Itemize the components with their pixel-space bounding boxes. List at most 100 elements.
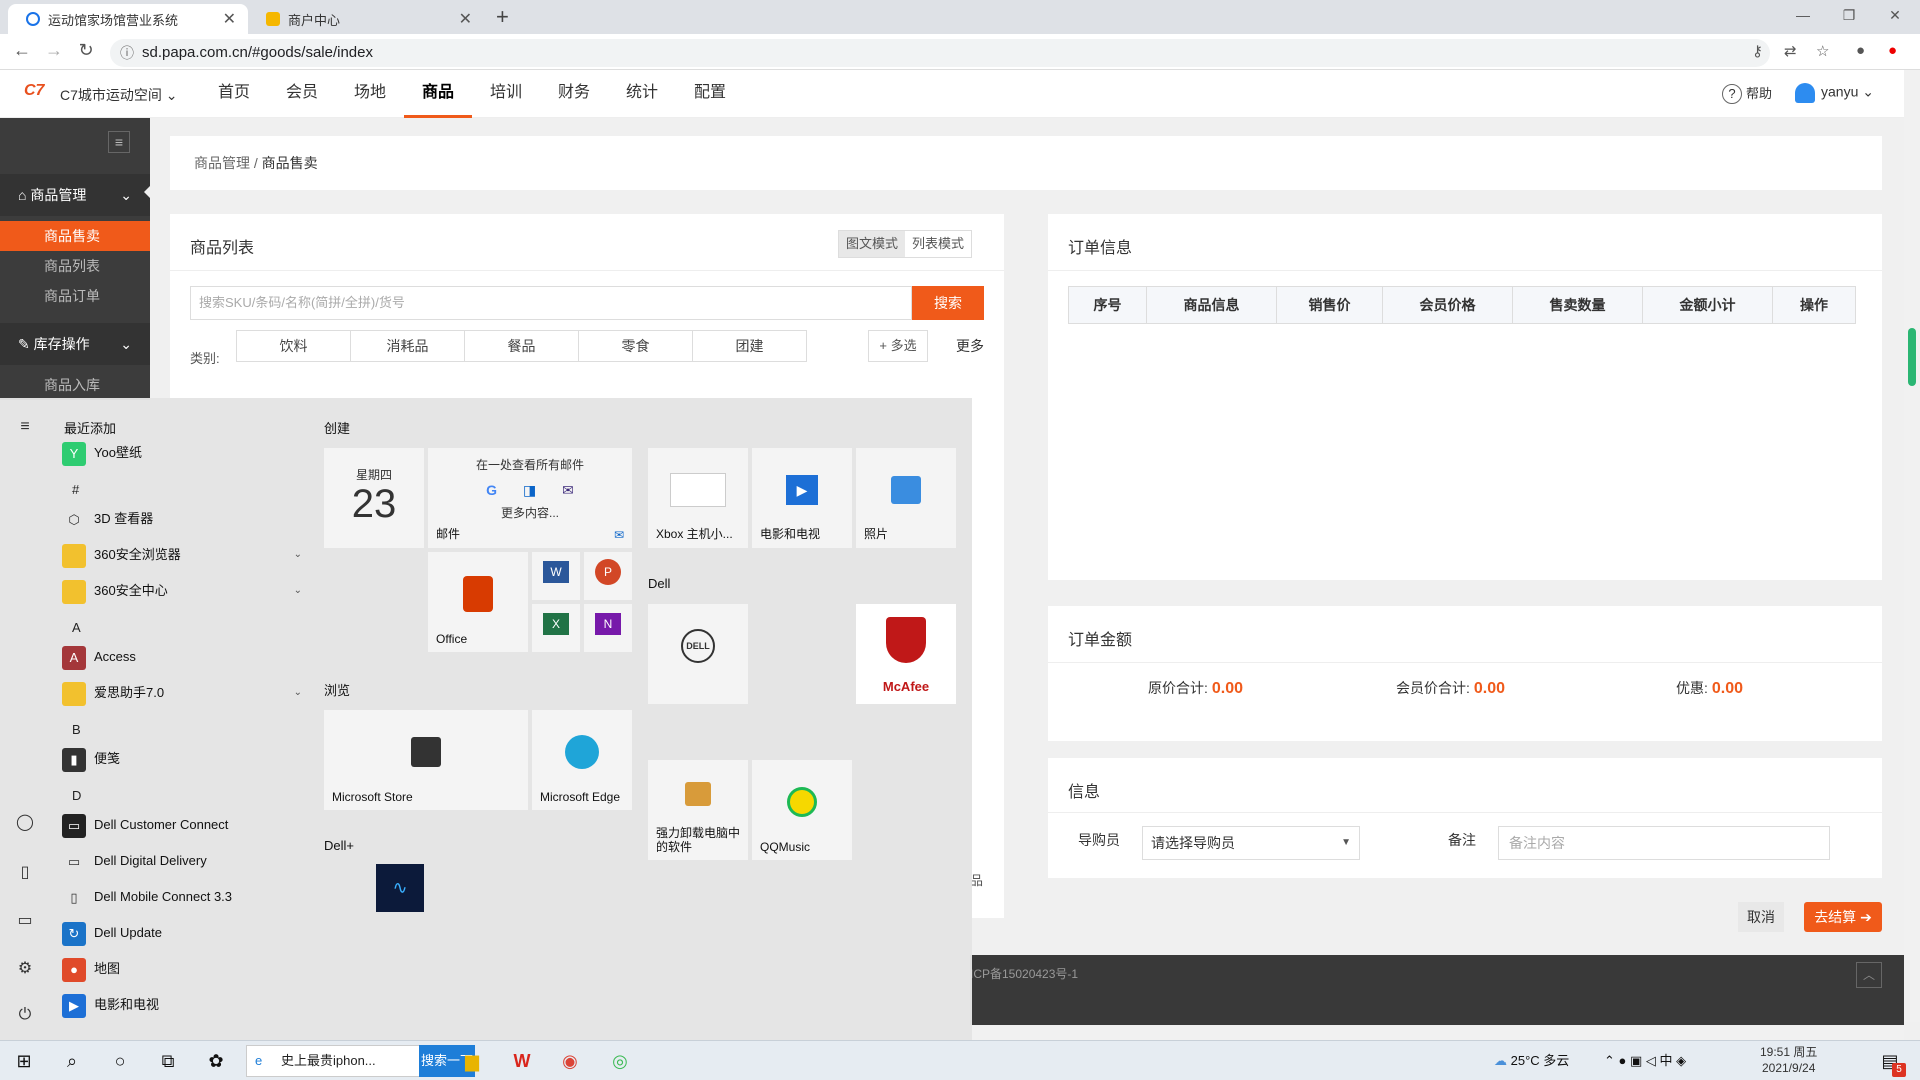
start-app-item[interactable]: ▶ 电影和电视 xyxy=(62,990,302,1020)
url-field[interactable]: ⓘ sd.papa.com.cn/#goods/sale/index xyxy=(110,39,1770,67)
search-button[interactable]: 搜索 xyxy=(912,286,984,320)
nav-item-4[interactable]: 培训 xyxy=(472,70,540,118)
start-app-item[interactable]: 360安全浏览器 ⌄ xyxy=(62,540,302,570)
excel-tile[interactable]: X xyxy=(532,604,580,652)
photos-tile[interactable]: 照片 xyxy=(856,448,956,548)
horizontal-scrollbar[interactable] xyxy=(970,1026,1904,1040)
app-list-letter[interactable]: D xyxy=(72,788,81,803)
start-app-item[interactable]: ▮ 便笺 xyxy=(62,744,302,774)
powerpoint-tile[interactable]: P xyxy=(584,552,632,600)
venue-switcher[interactable]: C7城市运动空间 ⌄ xyxy=(60,85,178,105)
pictures-icon[interactable]: ▭ xyxy=(14,910,36,930)
icp-text[interactable]: ICP备15020423号-1 xyxy=(970,965,1078,982)
nav-item-1[interactable]: 会员 xyxy=(268,70,336,118)
app-list-letter[interactable]: # xyxy=(72,482,79,497)
windows-start-icon[interactable]: ⊞ xyxy=(12,1049,36,1073)
edge-tile[interactable]: Microsoft Edge xyxy=(532,710,632,810)
onenote-tile[interactable]: N xyxy=(584,604,632,652)
category-chip[interactable]: 团建 xyxy=(692,330,807,362)
office-tile[interactable]: Office xyxy=(428,552,528,652)
taskbar-search-input[interactable]: e 史上最贵iphon... 搜索一下 xyxy=(246,1045,475,1077)
settings-icon[interactable]: ⚙ xyxy=(14,958,36,978)
scroll-thumb[interactable] xyxy=(1908,328,1916,386)
tab-merchant-center[interactable]: 商户中心 ✕ xyxy=(248,4,484,34)
user-menu[interactable]: yanyu ⌄ xyxy=(1795,83,1874,103)
mcafee-tile[interactable]: McAfee xyxy=(856,604,956,704)
back-icon[interactable]: ← xyxy=(10,40,34,61)
mode-list[interactable]: 列表模式 xyxy=(905,231,971,257)
movies-tile[interactable]: ▶ 电影和电视 xyxy=(752,448,852,548)
chevron-down-icon[interactable]: ⌄ xyxy=(294,540,302,570)
multi-select-button[interactable]: + 多选 xyxy=(868,330,928,362)
browser-360-icon[interactable]: ◎ xyxy=(608,1049,632,1073)
guide-select[interactable]: 请选择导购员 ▼ xyxy=(1142,826,1360,860)
nav-item-7[interactable]: 配置 xyxy=(676,70,744,118)
start-app-item[interactable]: ▯ Dell Mobile Connect 3.3 xyxy=(62,882,302,912)
close-icon[interactable]: ✕ xyxy=(223,9,236,29)
calendar-tile[interactable]: 星期四 23 xyxy=(324,448,424,548)
task-view-icon[interactable]: ⧉ xyxy=(156,1049,180,1073)
document-icon[interactable]: ▯ xyxy=(14,862,36,882)
start-app-item[interactable]: 360安全中心 ⌄ xyxy=(62,576,302,606)
vertical-scrollbar[interactable] xyxy=(1904,70,1920,1022)
reload-icon[interactable]: ↻ xyxy=(74,40,98,61)
window-close-icon[interactable]: ✕ xyxy=(1872,2,1918,28)
nav-item-3[interactable]: 商品 xyxy=(404,70,472,118)
star-icon[interactable]: ☆ xyxy=(1816,42,1829,60)
minimize-icon[interactable]: — xyxy=(1780,2,1826,28)
restore-icon[interactable]: ❐ xyxy=(1826,2,1872,28)
start-app-item[interactable]: A Access xyxy=(62,642,302,672)
start-app-item[interactable]: ▭ Dell Customer Connect xyxy=(62,810,302,840)
start-app-item[interactable]: Y Yoo壁纸 xyxy=(62,438,302,468)
mode-image[interactable]: 图文模式 xyxy=(839,231,906,257)
info-icon[interactable]: ⓘ xyxy=(120,39,134,67)
category-chip[interactable]: 餐品 xyxy=(464,330,579,362)
power-icon[interactable]: ⏻ xyxy=(14,1006,36,1024)
app-list-letter[interactable]: A xyxy=(72,620,81,635)
sidebar-item-sale[interactable]: 商品售卖 xyxy=(0,221,150,251)
user-icon[interactable]: ◯ xyxy=(14,812,36,832)
help-link[interactable]: ? 帮助 xyxy=(1722,83,1772,104)
cortana-icon[interactable]: ○ xyxy=(108,1049,132,1073)
extension-icon[interactable]: ● xyxy=(1888,42,1897,59)
nav-item-2[interactable]: 场地 xyxy=(336,70,404,118)
store-tile[interactable]: Microsoft Store xyxy=(324,710,528,810)
start-app-item[interactable]: ⬡ 3D 查看器 xyxy=(62,504,302,534)
search-icon[interactable]: ⌕ xyxy=(60,1049,84,1073)
start-app-item[interactable]: ▭ Dell Digital Delivery xyxy=(62,846,302,876)
file-explorer-icon[interactable]: ▆ xyxy=(460,1049,484,1073)
tab-venue-system[interactable]: 运动馆家场馆营业系统 ✕ xyxy=(8,4,248,34)
scroll-top-icon[interactable]: ︿ xyxy=(1856,962,1882,988)
category-chip[interactable]: 饮料 xyxy=(236,330,351,362)
nav-item-0[interactable]: 首页 xyxy=(200,70,268,118)
chevron-down-icon[interactable]: ⌄ xyxy=(294,678,302,708)
search-input[interactable]: 搜索SKU/条码/名称(简拼/全拼)/货号 xyxy=(190,286,912,320)
nav-item-6[interactable]: 统计 xyxy=(608,70,676,118)
app-list-letter[interactable]: B xyxy=(72,722,81,737)
weather[interactable]: ☁ 25°C 多云 xyxy=(1494,1041,1569,1080)
translate-icon[interactable]: ⇄ xyxy=(1784,42,1797,60)
start-app-item[interactable]: ↻ Dell Update xyxy=(62,918,302,948)
checkout-button[interactable]: 去结算 ➔ xyxy=(1804,902,1882,932)
dell-tile[interactable]: DELL xyxy=(648,604,748,704)
sidebar-group-goods[interactable]: ⌂ 商品管理 ⌄ xyxy=(0,174,150,216)
word-tile[interactable]: W xyxy=(532,552,580,600)
clock[interactable]: 19:51 周五 2021/9/24 xyxy=(1760,1044,1817,1076)
start-app-item[interactable]: ● 地图 xyxy=(62,954,302,984)
more-link[interactable]: 更多 xyxy=(956,336,984,356)
remark-input[interactable]: 备注内容 xyxy=(1498,826,1830,860)
category-chip[interactable]: 消耗品 xyxy=(350,330,465,362)
mail-tile[interactable]: 在一处查看所有邮件 G ◨ ✉ 更多内容... 邮件 ✉ xyxy=(428,448,632,548)
wps-icon[interactable]: W xyxy=(510,1049,534,1073)
chrome-icon[interactable]: ◉ xyxy=(558,1049,582,1073)
nav-item-5[interactable]: 财务 xyxy=(540,70,608,118)
breadcrumb-parent[interactable]: 商品管理 xyxy=(194,155,250,171)
close-icon[interactable]: ✕ xyxy=(459,9,472,29)
new-tab-icon[interactable]: + xyxy=(496,4,509,30)
xbox-tile[interactable]: Xbox 主机小... xyxy=(648,448,748,548)
qqmusic-tile[interactable]: QQMusic xyxy=(752,760,852,860)
key-icon[interactable]: ⚷ xyxy=(1752,42,1763,60)
cancel-button[interactable]: 取消 xyxy=(1738,902,1784,932)
chevron-down-icon[interactable]: ⌄ xyxy=(294,576,302,606)
profile-icon[interactable]: ● xyxy=(1856,42,1865,59)
